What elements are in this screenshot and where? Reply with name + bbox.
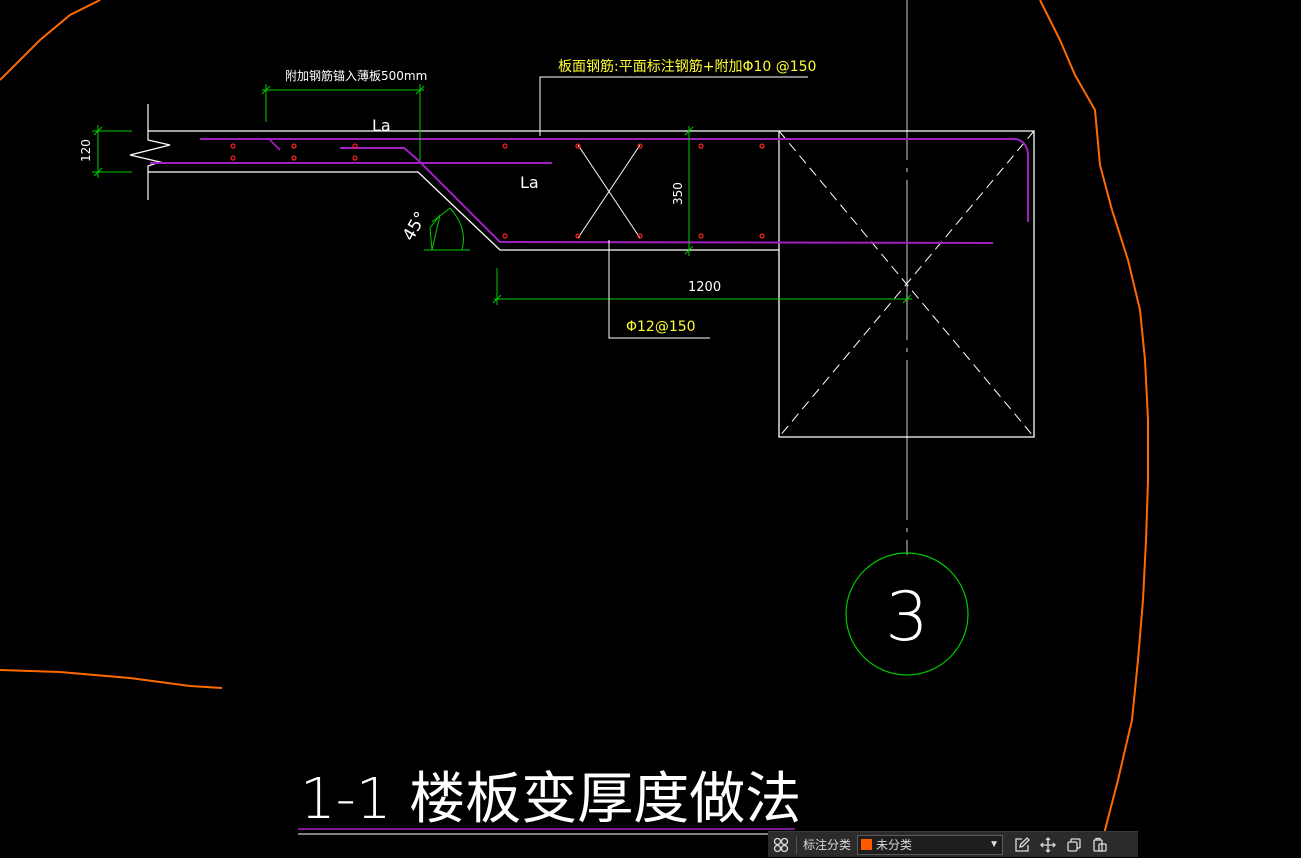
depth-dim-text: 350 [671, 182, 685, 205]
category-value: 未分类 [876, 838, 913, 852]
anchor-note: 附加钢筋锚入薄板500mm [285, 68, 427, 83]
bottom-rebar-note: Φ12@150 [626, 319, 696, 335]
revision-cloud-left-top [0, 0, 101, 81]
span-dim-text: 1200 [688, 280, 721, 295]
paste-icon[interactable] [1087, 832, 1113, 858]
rebar-top [200, 138, 1029, 222]
toolbar-divider [796, 835, 797, 854]
copy-icon[interactable] [1061, 832, 1087, 858]
chevron-down-icon[interactable]: ▼ [989, 839, 999, 850]
axis-bubble-label: 3 [885, 578, 928, 657]
angle-text: 45° [399, 208, 431, 244]
revision-cloud-left-bottom [0, 669, 223, 689]
move-icon[interactable] [1035, 832, 1061, 858]
top-rebar-note: 板面钢筋:平面标注钢筋+附加Φ10 @150 [558, 58, 816, 75]
grid-icon[interactable] [768, 832, 794, 858]
drawing-title: 1-1 楼板变厚度做法 [300, 767, 801, 832]
thickness-dim-text: 120 [79, 139, 93, 162]
top-note-leader [539, 76, 808, 136]
revision-cloud-right [1039, 0, 1149, 857]
annotation-toolbar: 标注分类 未分类 ▼ [768, 831, 1138, 857]
category-label: 标注分类 [803, 838, 852, 852]
cad-drawing-canvas[interactable]: 附加钢筋锚入薄板500mm La La 120 350 45° 1200 板面钢… [0, 0, 1301, 857]
edit-icon[interactable] [1009, 832, 1035, 858]
la-label-top: La [372, 116, 391, 135]
break-line [129, 104, 171, 200]
la-label-bottom: La [520, 173, 539, 192]
category-color-swatch [861, 839, 873, 850]
dimensions [92, 84, 912, 305]
slab-outline [148, 130, 1035, 438]
category-select[interactable]: 未分类 ▼ [857, 834, 1004, 855]
